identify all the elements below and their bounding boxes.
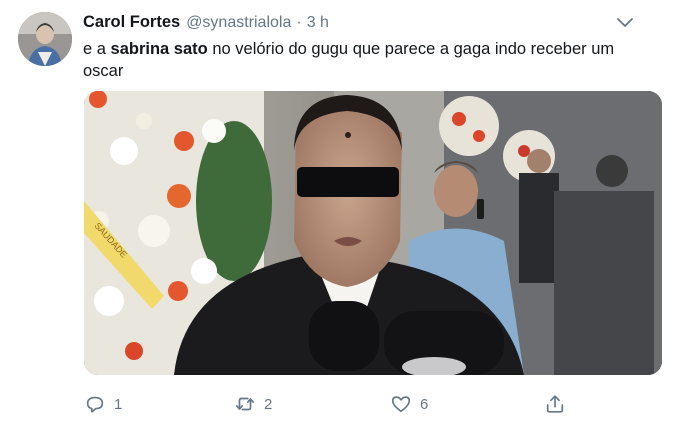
tweet-timestamp[interactable]: 3 h: [307, 14, 329, 32]
tweet-text: e a sabrina sato no velório do gugu que …: [83, 38, 658, 82]
retweet-icon: [235, 397, 255, 411]
tweet-media[interactable]: SAUDADE: [84, 91, 662, 375]
avatar-photo-icon: [18, 12, 72, 66]
tweet-actions: 1 2 6: [84, 390, 584, 418]
thread-hint: [84, 431, 284, 437]
tweet-header: Carol Fortes @synastrialola · 3 h: [83, 13, 329, 35]
video-frame-icon: SAUDADE: [84, 91, 662, 375]
like-count: 6: [420, 395, 429, 413]
microphone: [309, 301, 504, 375]
share-icon: [546, 395, 564, 413]
tweet-text-emphasis: sabrina sato: [110, 40, 208, 58]
retweet-button[interactable]: 2: [234, 390, 272, 418]
author-avatar[interactable]: [18, 12, 72, 66]
share-button[interactable]: [544, 390, 566, 418]
header-separator: ·: [296, 14, 302, 31]
tweet-card[interactable]: Carol Fortes @synastrialola · 3 h e a sa…: [0, 0, 680, 437]
author-handle[interactable]: @synastrialola: [186, 14, 291, 32]
author-display-name[interactable]: Carol Fortes: [83, 13, 180, 32]
tweet-menu-button[interactable]: [616, 16, 634, 30]
retweet-count: 2: [264, 395, 273, 413]
reply-count: 1: [114, 395, 123, 413]
tweet-text-before: e a: [83, 40, 111, 58]
heart-icon: [391, 396, 411, 413]
reply-button[interactable]: 1: [84, 390, 122, 418]
like-button[interactable]: 6: [390, 390, 428, 418]
reply-icon: [86, 396, 104, 413]
chevron-down-icon: [617, 18, 633, 27]
